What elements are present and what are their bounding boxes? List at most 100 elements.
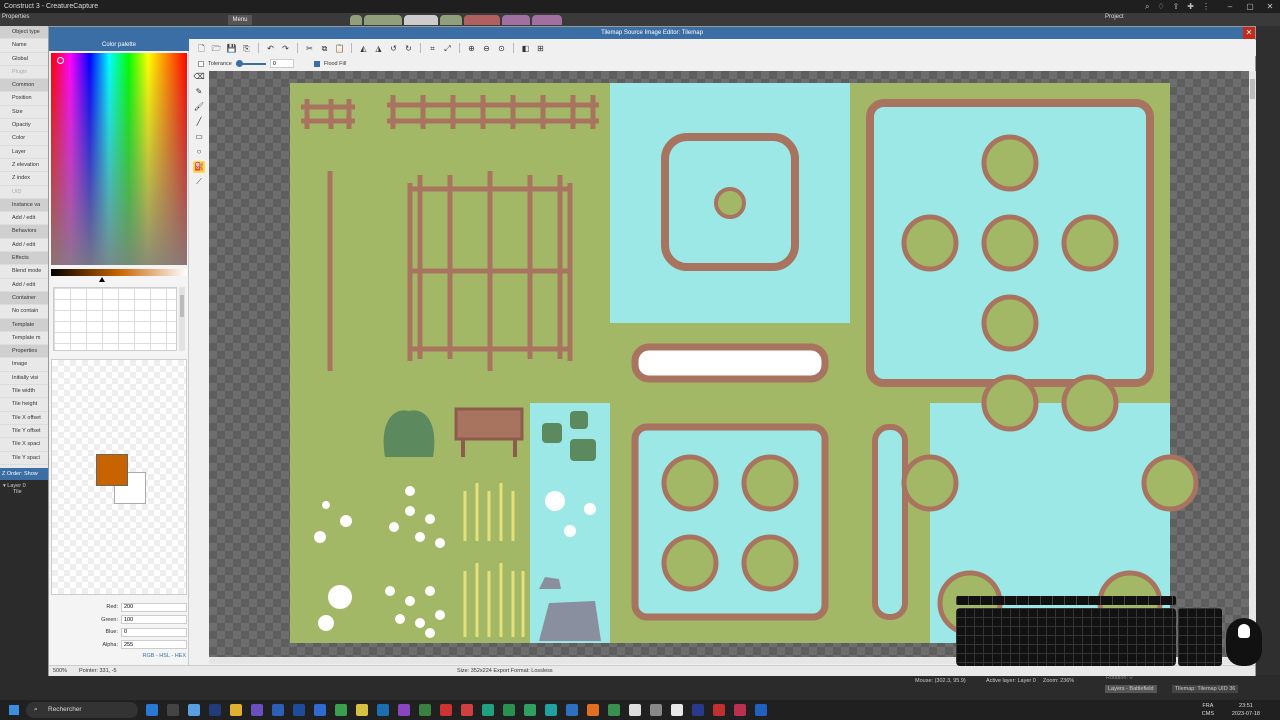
app-icon[interactable]	[755, 704, 767, 716]
language-indicator[interactable]: FRA CMS	[1202, 702, 1214, 718]
app-icon[interactable]	[566, 704, 578, 716]
new-icon[interactable]: 🗋	[196, 43, 207, 54]
app-icon[interactable]	[146, 704, 158, 716]
app-icon[interactable]	[398, 704, 410, 716]
layout-tab[interactable]	[364, 15, 402, 25]
prop-row[interactable]: Properties	[0, 345, 48, 359]
shade-marker[interactable]	[99, 277, 105, 282]
background-toggle-icon[interactable]: ◧	[520, 43, 531, 54]
app-icon[interactable]	[440, 704, 452, 716]
app-icon[interactable]	[671, 704, 683, 716]
color-spectrum[interactable]	[51, 53, 187, 265]
prop-row[interactable]: Color	[0, 132, 48, 146]
share-icon[interactable]: ⇪	[1173, 0, 1180, 13]
close-icon[interactable]: ✕	[1243, 27, 1255, 39]
color-mode-switch[interactable]: RGB - HSL - HEX	[143, 653, 187, 659]
open-icon[interactable]: 🗁	[211, 43, 222, 54]
app-icon[interactable]	[167, 704, 179, 716]
brush-icon[interactable]: 🖌	[193, 101, 205, 113]
shade-strip[interactable]	[51, 269, 187, 276]
rotate-ccw-icon[interactable]: ↺	[388, 43, 399, 54]
save-as-icon[interactable]: ⎘	[241, 43, 252, 54]
rotate-cw-icon[interactable]: ↻	[403, 43, 414, 54]
prop-row[interactable]: Instance va	[0, 198, 48, 213]
red-field[interactable]	[121, 602, 187, 612]
line-icon[interactable]: ╱	[193, 116, 205, 128]
eyedropper-icon[interactable]: ⟋	[193, 176, 205, 188]
prop-row[interactable]: Add / edit	[0, 279, 48, 292]
prop-row[interactable]: Container	[0, 291, 48, 306]
zoom-in-icon[interactable]: ⊕	[466, 43, 477, 54]
app-icon[interactable]	[713, 704, 725, 716]
app-icon[interactable]	[272, 704, 284, 716]
prop-row[interactable]: Template	[0, 318, 48, 332]
tab-tilemap[interactable]: Tilemap: Tilemap UID 36	[1172, 685, 1239, 693]
resize-icon[interactable]: ⤢	[442, 43, 453, 54]
layout-tab[interactable]	[440, 15, 462, 25]
copy-icon[interactable]: ⧉	[319, 43, 330, 54]
taskbar-search[interactable]: ⌕ Rechercher	[26, 702, 138, 718]
prop-row[interactable]: Name	[0, 39, 48, 53]
app-icon[interactable]	[314, 704, 326, 716]
minimize-button[interactable]: –	[1220, 0, 1240, 13]
cut-icon[interactable]: ✂	[304, 43, 315, 54]
crop-icon[interactable]: ⌗	[427, 43, 438, 54]
app-icon[interactable]	[524, 704, 536, 716]
undo-icon[interactable]: ↶	[265, 43, 276, 54]
maximize-button[interactable]: ▢	[1240, 0, 1260, 13]
prop-row[interactable]: Tile X offset	[0, 412, 48, 425]
prop-row[interactable]: Tile width	[0, 385, 48, 399]
prop-row[interactable]: Plugin	[0, 66, 48, 80]
prop-row[interactable]: Global	[0, 53, 48, 66]
layout-tab[interactable]	[404, 15, 438, 25]
zoom-reset-icon[interactable]: ⊙	[496, 43, 507, 54]
app-icon[interactable]	[251, 704, 263, 716]
app-icon[interactable]	[587, 704, 599, 716]
app-icon[interactable]	[482, 704, 494, 716]
app-icon[interactable]	[650, 704, 662, 716]
prop-row[interactable]: Position	[0, 92, 48, 106]
app-icon[interactable]	[356, 704, 368, 716]
layout-tab[interactable]	[502, 15, 530, 25]
app-icon[interactable]	[461, 704, 473, 716]
app-icon[interactable]	[692, 704, 704, 716]
app-icon[interactable]	[209, 704, 221, 716]
prop-row[interactable]: Add / edit	[0, 239, 48, 253]
grid-icon[interactable]: ⊞	[535, 43, 546, 54]
tolerance-input[interactable]	[269, 59, 294, 68]
fill-bucket-icon[interactable]: ⛽	[193, 161, 205, 173]
notifications-icon[interactable]: ♢	[1157, 0, 1164, 13]
prop-row[interactable]: Tile Y offset	[0, 425, 48, 439]
app-icon[interactable]	[629, 704, 641, 716]
app-icon[interactable]	[335, 704, 347, 716]
canvas-vertical-scrollbar[interactable]	[1249, 71, 1256, 657]
spectrum-picker[interactable]	[57, 57, 64, 64]
more-icon[interactable]: ⋮	[1202, 0, 1210, 13]
prop-row[interactable]: Effects	[0, 252, 48, 266]
app-icon[interactable]	[377, 704, 389, 716]
tolerance-slider[interactable]	[235, 59, 266, 67]
prop-row[interactable]: UID	[0, 186, 48, 199]
swatch-grid[interactable]	[53, 287, 177, 351]
image-canvas-area[interactable]	[209, 71, 1249, 657]
app-icon[interactable]	[188, 704, 200, 716]
app-icon[interactable]	[293, 704, 305, 716]
pencil-icon[interactable]: ✎	[193, 86, 205, 98]
prop-row[interactable]: Common	[0, 79, 48, 93]
layout-tab[interactable]	[532, 15, 562, 25]
prop-row[interactable]: Size	[0, 106, 48, 120]
flood-fill-checkbox[interactable]	[313, 60, 320, 67]
menu-button[interactable]: Menu	[228, 15, 252, 25]
prop-row[interactable]: Image	[0, 358, 48, 372]
tolerance-checkbox[interactable]	[198, 60, 204, 67]
search-icon[interactable]: ⌕	[1145, 0, 1149, 13]
ellipse-icon[interactable]: ○	[193, 146, 205, 158]
app-icon[interactable]	[734, 704, 746, 716]
redo-icon[interactable]: ↷	[280, 43, 291, 54]
addon-icon[interactable]: ✚	[1187, 0, 1194, 13]
zoom-out-icon[interactable]: ⊖	[481, 43, 492, 54]
prop-row[interactable]: Z index	[0, 172, 48, 186]
prop-row[interactable]: Z elevation	[0, 159, 48, 173]
primary-color-swatch[interactable]	[96, 454, 128, 486]
app-icon[interactable]	[503, 704, 515, 716]
